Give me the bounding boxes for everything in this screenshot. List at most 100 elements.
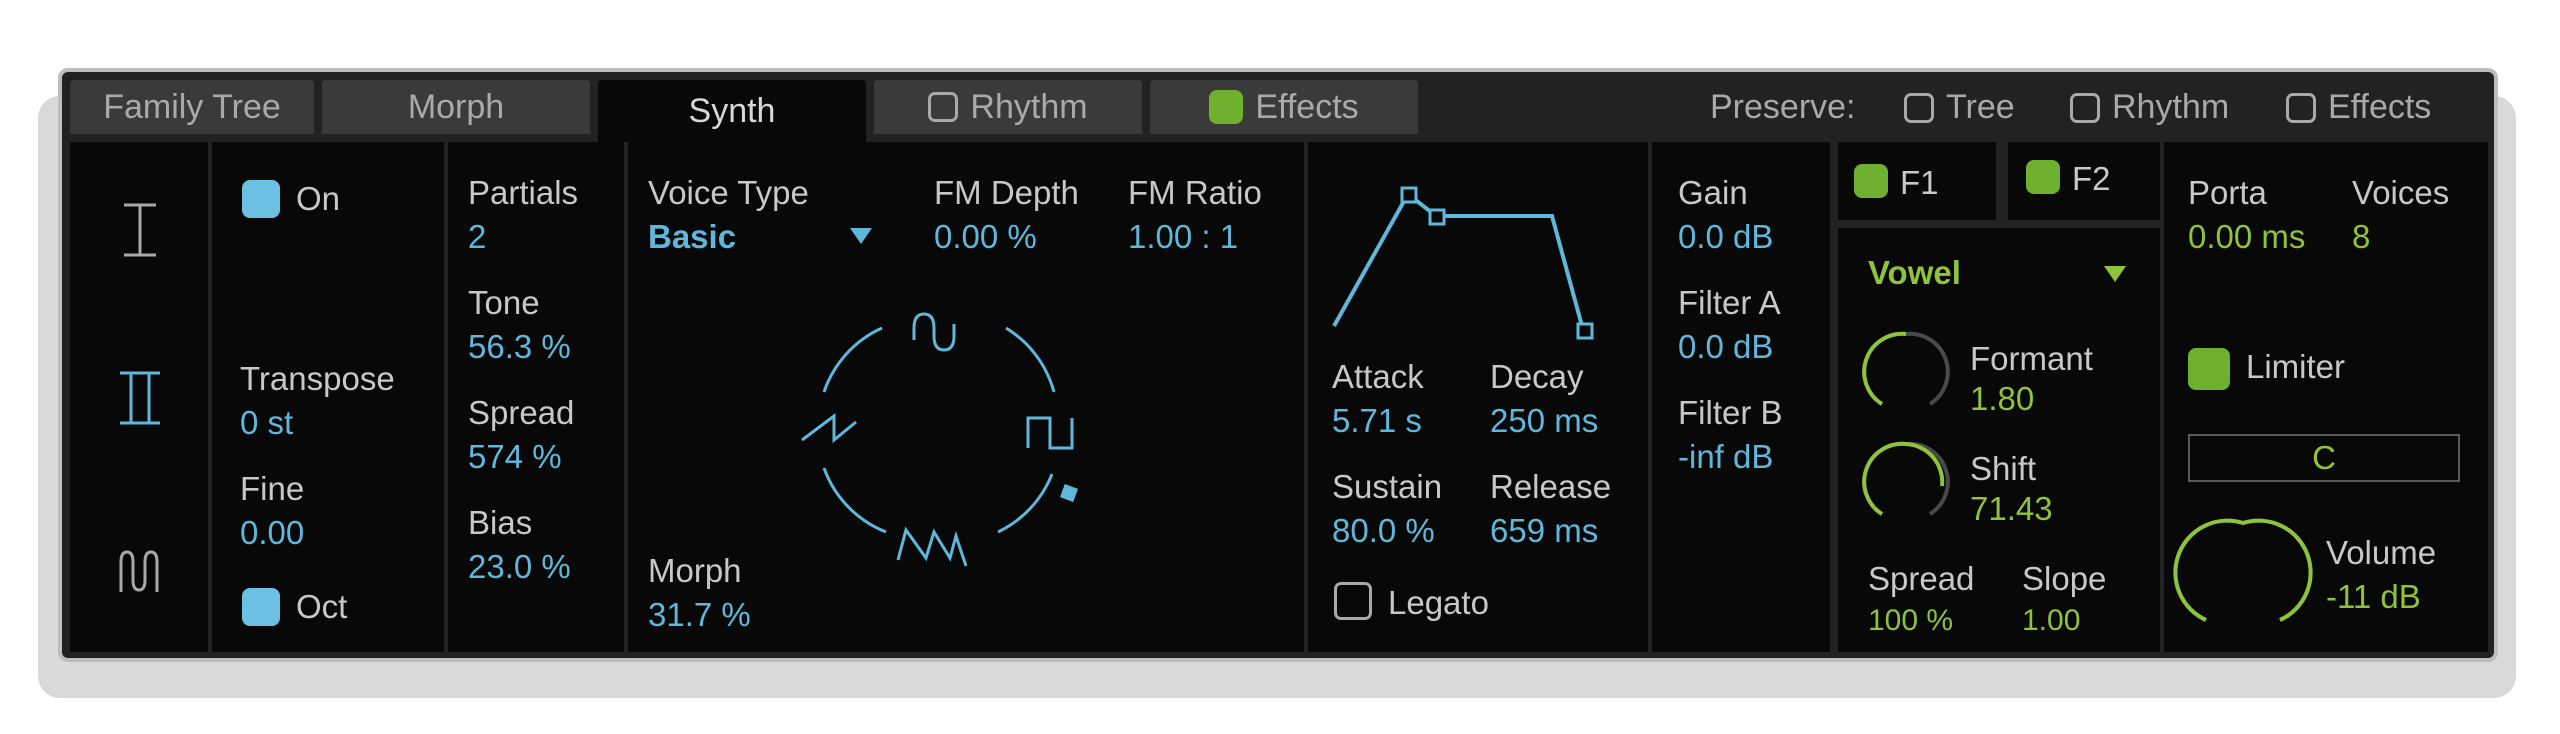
sine-wave-icon [912,312,956,352]
preserve-effects-label: Effects [2328,88,2432,126]
saw-wave-icon [801,413,857,444]
oscillator-selector-panel [70,142,208,652]
preserve-effects-box[interactable] [2286,92,2316,123]
gain-label: Gain [1678,174,1748,211]
preserve-rhythm-label: Rhythm [2112,88,2230,126]
oscillator-on-toggle[interactable] [242,180,280,218]
spread-value[interactable]: 574 % [468,438,562,476]
volume-value[interactable]: -11 dB [2326,578,2421,616]
envelope-graph[interactable] [1332,176,1614,346]
key-value: C [2312,439,2336,476]
fm-depth-value[interactable]: 0.00 % [934,218,1037,256]
square-wave-icon [1026,416,1074,450]
fm-ratio-label: FM Ratio [1128,174,1262,211]
attack-value[interactable]: 5.71 s [1332,402,1422,440]
decay-label: Decay [1490,358,1584,395]
bias-label: Bias [468,504,533,541]
oct-toggle[interactable] [242,588,280,626]
tab-synth[interactable]: Synth [598,80,866,142]
f1-toggle[interactable] [1854,164,1888,198]
limiter-label: Limiter [2246,348,2346,385]
sustain-value[interactable]: 80.0 % [1332,512,1435,550]
voice-type-chevron-down-icon[interactable] [850,228,872,244]
transpose-value[interactable]: 0 st [240,404,293,442]
filter-panel: Vowel Formant 1.80 Shift 71.43 Spread 10… [1838,228,2160,652]
sustain-label: Sustain [1332,468,1443,505]
preserve-rhythm-box[interactable] [2070,92,2100,123]
tab-effects[interactable]: Effects [1150,80,1418,134]
tone-label: Tone [468,284,540,321]
preserve-effects-checkbox[interactable]: Effects [2286,88,2431,127]
filter-f1-tab[interactable]: F1 [1838,142,1996,220]
bias-value[interactable]: 23.0 % [468,548,571,586]
effects-toggle[interactable] [1209,90,1244,124]
tab-morph[interactable]: Morph [322,80,590,134]
voice-type-dropdown[interactable]: Basic [648,218,736,256]
mixer-panel: Gain 0.0 dB Filter A 0.0 dB Filter B -in… [1652,142,1830,652]
tab-effects-label: Effects [1255,87,1359,126]
voices-label: Voices [2352,174,2450,211]
fine-value[interactable]: 0.00 [240,514,304,552]
partials-value[interactable]: 2 [468,218,486,256]
release-label: Release [1490,468,1612,505]
filter-spread-value[interactable]: 100 % [1868,604,1953,638]
voices-value[interactable]: 8 [2352,218,2370,256]
slope-label: Slope [2022,560,2107,597]
voice-panel: Voice Type Basic FM Depth 0.00 % FM Rati… [628,142,1304,652]
shift-label: Shift [1970,450,2037,487]
porta-label: Porta [2188,174,2267,211]
preserve-tree-box[interactable] [1904,92,1934,123]
tone-value[interactable]: 56.3 % [468,328,571,366]
oscillator-pitch-panel: On Transpose 0 st Fine 0.00 Oct [212,142,444,652]
release-point [1576,322,1594,340]
formant-value[interactable]: 1.80 [1970,380,2034,418]
oscillator-on-label: On [296,180,341,217]
release-value[interactable]: 659 ms [1490,512,1598,550]
volume-label: Volume [2326,534,2437,571]
fm-ratio-value[interactable]: 1.00 : 1 [1128,218,1238,256]
filter-b-label: Filter B [1678,394,1783,431]
gain-value[interactable]: 0.0 dB [1678,218,1773,256]
synth-device: Family Tree Morph Synth Rhythm Effects P… [58,68,2498,662]
spread-label: Spread [468,394,575,431]
transpose-label: Transpose [240,360,395,397]
osc-1-icon[interactable] [120,202,160,258]
oct-label: Oct [296,588,348,625]
filter-a-value[interactable]: 0.0 dB [1678,328,1773,366]
fm-depth-label: FM Depth [934,174,1079,211]
shift-knob[interactable] [1862,441,1950,522]
filter-spread-label: Spread [1868,560,1975,597]
preserve-rhythm-checkbox[interactable]: Rhythm [2070,88,2229,127]
osc-3-icon[interactable] [117,550,161,594]
partials-label: Partials [468,174,579,211]
attack-point [1400,186,1418,204]
decay-value[interactable]: 250 ms [1490,402,1598,440]
filter-type-chevron-down-icon[interactable] [2104,266,2126,282]
slope-value[interactable]: 1.00 [2022,604,2080,638]
envelope-panel: Attack 5.71 s Decay 250 ms Sustain 80.0 … [1308,142,1648,652]
filter-b-value[interactable]: -inf dB [1678,438,1773,476]
formant-knob[interactable] [1862,331,1950,412]
rhythm-checkbox[interactable] [928,92,959,122]
key-selector[interactable]: C [2188,434,2460,482]
global-panel: Porta 0.00 ms Voices 8 Limiter C Volume … [2164,142,2488,652]
attack-label: Attack [1332,358,1424,395]
preserve-tree-checkbox[interactable]: Tree [1904,88,2015,127]
f2-toggle[interactable] [2026,160,2060,194]
osc-2-icon[interactable] [118,370,162,426]
filter-f2-tab[interactable]: F2 [2008,142,2160,220]
tab-family-tree[interactable]: Family Tree [70,80,314,134]
decay-point [1428,208,1446,226]
morph-value[interactable]: 31.7 % [648,596,751,634]
tab-rhythm[interactable]: Rhythm [874,80,1142,134]
filter-type-dropdown[interactable]: Vowel [1868,254,1961,292]
shift-value[interactable]: 71.43 [1970,490,2053,528]
harmonics-panel: Partials 2 Tone 56.3 % Spread 574 % Bias… [448,142,624,652]
porta-value[interactable]: 0.00 ms [2188,218,2305,256]
legato-label: Legato [1388,584,1489,621]
volume-knob[interactable] [2173,518,2313,630]
formant-label: Formant [1970,340,2093,377]
limiter-toggle[interactable] [2188,348,2230,390]
legato-checkbox[interactable] [1334,582,1372,620]
waveform-morph-wheel[interactable] [801,310,1082,570]
